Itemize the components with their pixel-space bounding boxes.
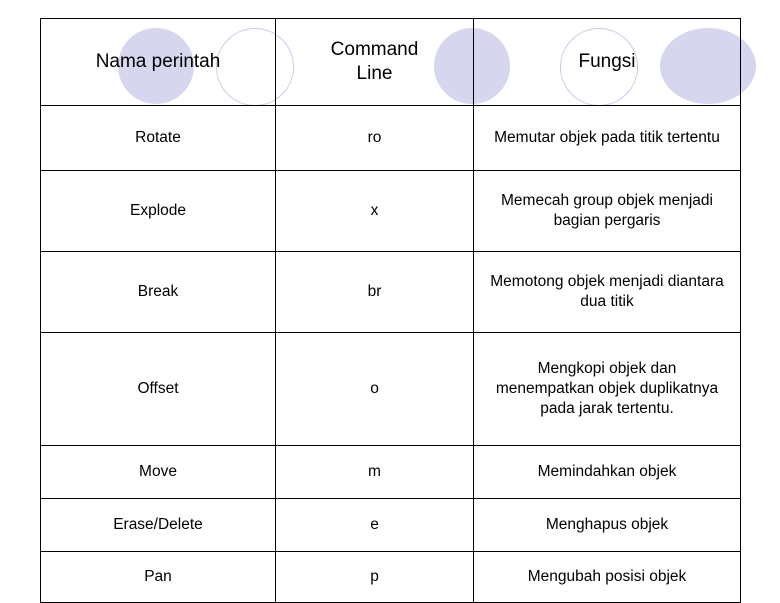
command-table-container: Nama perintah Command Line Fungsi Rotate… xyxy=(40,18,741,603)
table-row: Rotate ro Memutar objek pada titik terte… xyxy=(40,105,741,171)
cell-command-line: m xyxy=(275,445,474,499)
cell-command-line: br xyxy=(275,251,474,333)
table-header-row: Nama perintah Command Line Fungsi xyxy=(40,18,741,106)
cell-command-line: ro xyxy=(275,105,474,171)
cell-function: Memindahkan objek xyxy=(473,445,741,499)
cell-function: Memutar objek pada titik tertentu xyxy=(473,105,741,171)
cell-command-line: e xyxy=(275,498,474,552)
table-row: Offset o Mengkopi objek dan menempatkan … xyxy=(40,332,741,446)
cell-command-name: Break xyxy=(40,251,276,333)
cell-command-name: Offset xyxy=(40,332,276,446)
column-header-nama-perintah: Nama perintah xyxy=(40,18,276,106)
column-header-command-line-part1: Command xyxy=(330,38,419,60)
cell-command-name: Move xyxy=(40,445,276,499)
cell-function: Memotong objek menjadi diantara dua titi… xyxy=(473,251,741,333)
table-row: Pan p Mengubah posisi objek xyxy=(40,551,741,603)
column-header-fungsi: Fungsi xyxy=(473,18,741,106)
cell-function: Mengubah posisi objek xyxy=(473,551,741,603)
column-header-command-line: Command Line xyxy=(275,18,474,106)
cell-command-name: Explode xyxy=(40,170,276,252)
cell-function: Mengkopi objek dan menempatkan objek dup… xyxy=(473,332,741,446)
cell-command-name: Pan xyxy=(40,551,276,603)
cell-command-name: Erase/Delete xyxy=(40,498,276,552)
table-row: Erase/Delete e Menghapus objek xyxy=(40,498,741,552)
table-body: Rotate ro Memutar objek pada titik terte… xyxy=(40,105,741,603)
cell-function: Memecah group objek menjadi bagian perga… xyxy=(473,170,741,252)
cell-command-name: Rotate xyxy=(40,105,276,171)
cell-command-line: x xyxy=(275,170,474,252)
table-header: Nama perintah Command Line Fungsi xyxy=(40,18,741,106)
cell-command-line: o xyxy=(275,332,474,446)
table-row: Move m Memindahkan objek xyxy=(40,445,741,499)
cell-function: Menghapus objek xyxy=(473,498,741,552)
table-row: Explode x Memecah group objek menjadi ba… xyxy=(40,170,741,252)
table-row: Break br Memotong objek menjadi diantara… xyxy=(40,251,741,333)
command-table: Nama perintah Command Line Fungsi Rotate… xyxy=(40,18,741,603)
column-header-command-line-part2: Line xyxy=(356,63,393,84)
cell-command-line: p xyxy=(275,551,474,603)
